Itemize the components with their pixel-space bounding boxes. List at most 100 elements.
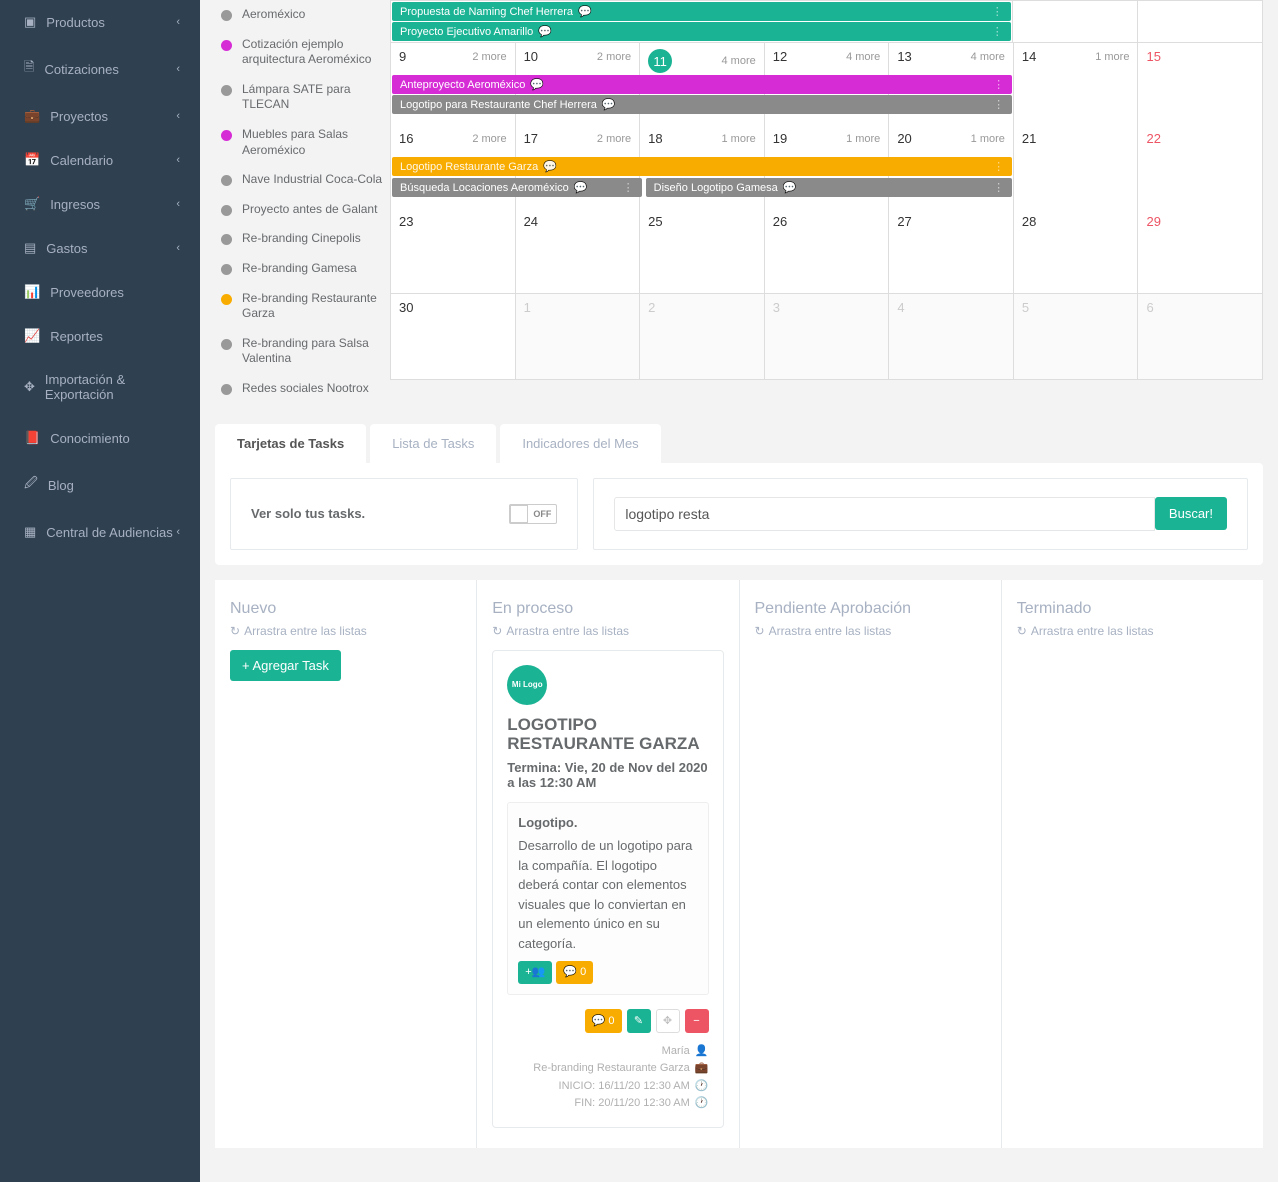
status-dot-icon — [221, 205, 232, 216]
calendar-cell[interactable]: 141 more — [1014, 43, 1139, 128]
calendar: Propuesta de Naming Chef Herrera💬⋮ Proye… — [390, 0, 1263, 404]
nav-calendario[interactable]: 📅Calendario‹ — [0, 138, 200, 182]
kanban-column-terminado: Terminado ↻Arrastra entre las listas — [1002, 580, 1263, 1148]
calendar-event[interactable]: Proyecto Ejecutivo Amarillo💬⋮ — [392, 22, 1011, 41]
filter-label: Ver solo tus tasks. — [251, 506, 365, 521]
tab-tarjetas[interactable]: Tarjetas de Tasks — [215, 424, 366, 463]
column-title: Nuevo — [230, 600, 461, 618]
delete-button[interactable]: − — [685, 1009, 709, 1033]
move-icon: ✥ — [24, 379, 35, 395]
chevron-left-icon: ‹ — [176, 16, 180, 28]
column-title: Pendiente Aprobación — [755, 600, 986, 618]
calendar-cell[interactable]: 30 — [390, 294, 516, 379]
calendar-cell[interactable]: 23 — [390, 208, 516, 293]
calendar-cell[interactable]: 28 — [1014, 208, 1139, 293]
nav-proyectos[interactable]: 💼Proyectos‹ — [0, 94, 200, 138]
grip-icon[interactable]: ⋮ — [993, 78, 1004, 91]
nav-audiencias[interactable]: ▦Central de Audiencias‹ — [0, 510, 200, 554]
calendar-cell[interactable]: 24 — [516, 208, 641, 293]
calendar-cell[interactable]: 29 — [1138, 208, 1263, 293]
comments-chip[interactable]: 💬0 — [556, 961, 593, 984]
calendar-cell[interactable]: 15 — [1138, 43, 1263, 128]
refresh-icon: ↻ — [492, 624, 502, 638]
grip-icon[interactable]: ⋮ — [992, 25, 1003, 38]
calendar-event[interactable]: Propuesta de Naming Chef Herrera💬⋮ — [392, 2, 1011, 21]
calendar-cell[interactable]: 4 — [889, 294, 1014, 379]
comments-icon: 💬 — [530, 78, 544, 91]
calendar-cell[interactable]: 3 — [765, 294, 890, 379]
calendar-event[interactable]: Logotipo para Restaurante Chef Herrera💬⋮ — [392, 95, 1012, 114]
tab-indicadores[interactable]: Indicadores del Mes — [500, 424, 660, 463]
calendar-cell[interactable]: 1 — [516, 294, 641, 379]
blog-icon: 🖉 — [24, 474, 38, 496]
calendar-cell[interactable] — [1138, 0, 1263, 42]
task-description: Logotipo. Desarrollo de un logotipo para… — [507, 802, 708, 995]
refresh-icon: ↻ — [230, 624, 240, 638]
calendar-cell[interactable]: 21 — [1014, 125, 1139, 210]
grip-icon[interactable]: ⋮ — [993, 98, 1004, 111]
grip-icon[interactable]: ⋮ — [993, 181, 1004, 194]
chevron-left-icon: ‹ — [176, 63, 180, 75]
calendar-cell[interactable]: 6 — [1138, 294, 1263, 379]
calendar-cell[interactable]: 25 — [640, 208, 765, 293]
calendar-cell[interactable]: 26 — [765, 208, 890, 293]
grip-icon[interactable]: ⋮ — [993, 160, 1004, 173]
comments-icon: 💬 — [783, 181, 797, 194]
chevron-left-icon: ‹ — [176, 198, 180, 210]
kanban-column-proceso: En proceso ↻Arrastra entre las listas Mi… — [477, 580, 739, 1148]
drag-hint: ↻Arrastra entre las listas — [492, 624, 723, 638]
project-item[interactable]: Re-branding Cinepolis — [221, 224, 384, 254]
users-chip[interactable]: +👥3 — [518, 961, 552, 984]
edit-button[interactable]: ✎ — [627, 1009, 651, 1033]
calendar-event[interactable]: Anteproyecto Aeroméxico💬⋮ — [392, 75, 1012, 94]
calendar-cell[interactable]: 27 — [889, 208, 1014, 293]
comments-button[interactable]: 💬0 — [585, 1009, 622, 1033]
task-logo: Mi Logo — [507, 665, 547, 705]
nav-import-export[interactable]: ✥Importación & Exportación — [0, 358, 200, 416]
tab-lista[interactable]: Lista de Tasks — [370, 424, 496, 463]
nav-ingresos[interactable]: 🛒Ingresos‹ — [0, 182, 200, 226]
nav-conocimiento[interactable]: 📕Conocimiento — [0, 416, 200, 460]
calendar-event[interactable]: Diseño Logotipo Gamesa💬⋮ — [646, 178, 1012, 197]
pencil-icon: ✎ — [634, 1014, 643, 1027]
search-button[interactable]: Buscar! — [1155, 497, 1227, 530]
project-item[interactable]: Muebles para Salas Aeroméxico — [221, 120, 384, 165]
project-item[interactable]: Lámpara SATE para TLECAN — [221, 75, 384, 120]
project-item[interactable]: Re-branding Restaurante Garza — [221, 284, 384, 329]
task-card[interactable]: Mi Logo LOGOTIPO RESTAURANTE GARZA Termi… — [492, 650, 723, 1128]
project-item[interactable]: Nave Industrial Coca-Cola — [221, 165, 384, 195]
kanban-column-nuevo: Nuevo ↻Arrastra entre las listas + Agreg… — [215, 580, 477, 1148]
project-item[interactable]: Re-branding Gamesa — [221, 254, 384, 284]
comment-icon: 💬 — [563, 964, 577, 981]
project-item[interactable]: Re-branding para Salsa Valentina — [221, 329, 384, 374]
kanban-board: Nuevo ↻Arrastra entre las listas + Agreg… — [215, 580, 1263, 1148]
move-button[interactable]: ✥ — [656, 1009, 680, 1033]
nav-gastos[interactable]: ▤Gastos‹ — [0, 226, 200, 270]
calendar-event[interactable]: Búsqueda Locaciones Aeroméxico💬⋮ — [392, 178, 642, 197]
nav-productos[interactable]: ▣Productos‹ — [0, 0, 200, 44]
chevron-left-icon: ‹ — [176, 110, 180, 122]
calendar-cell[interactable]: 22 — [1138, 125, 1263, 210]
add-task-button[interactable]: + Agregar Task — [230, 650, 341, 681]
project-item[interactable]: Redes sociales Nootrox — [221, 374, 384, 404]
grip-icon[interactable]: ⋮ — [623, 181, 634, 194]
calendar-cell[interactable] — [1013, 0, 1138, 42]
filter-panel: Ver solo tus tasks. OFF — [230, 478, 578, 550]
user-icon: 👤 — [695, 1043, 709, 1061]
calendar-event[interactable]: Logotipo Restaurante Garza💬⋮ — [392, 157, 1012, 176]
calendar-cell[interactable]: 2 — [640, 294, 765, 379]
toggle-own-tasks[interactable]: OFF — [509, 504, 557, 524]
grip-icon[interactable]: ⋮ — [992, 5, 1003, 18]
nav-reportes[interactable]: 📈Reportes — [0, 314, 200, 358]
nav-blog[interactable]: 🖉Blog — [0, 460, 200, 510]
search-input[interactable] — [614, 497, 1155, 531]
nav-cotizaciones[interactable]: 🗎Cotizaciones‹ — [0, 44, 200, 94]
briefcase-icon: 💼 — [24, 108, 40, 124]
calendar-cell[interactable]: 5 — [1014, 294, 1139, 379]
project-item[interactable]: Cotización ejemplo arquitectura Aeroméxi… — [221, 30, 384, 75]
project-item[interactable]: Aeroméxico — [221, 0, 384, 30]
file-icon: 🗎 — [24, 58, 34, 80]
status-dot-icon — [221, 294, 232, 305]
project-item[interactable]: Proyecto antes de Galant — [221, 195, 384, 225]
nav-proveedores[interactable]: 📊Proveedores — [0, 270, 200, 314]
